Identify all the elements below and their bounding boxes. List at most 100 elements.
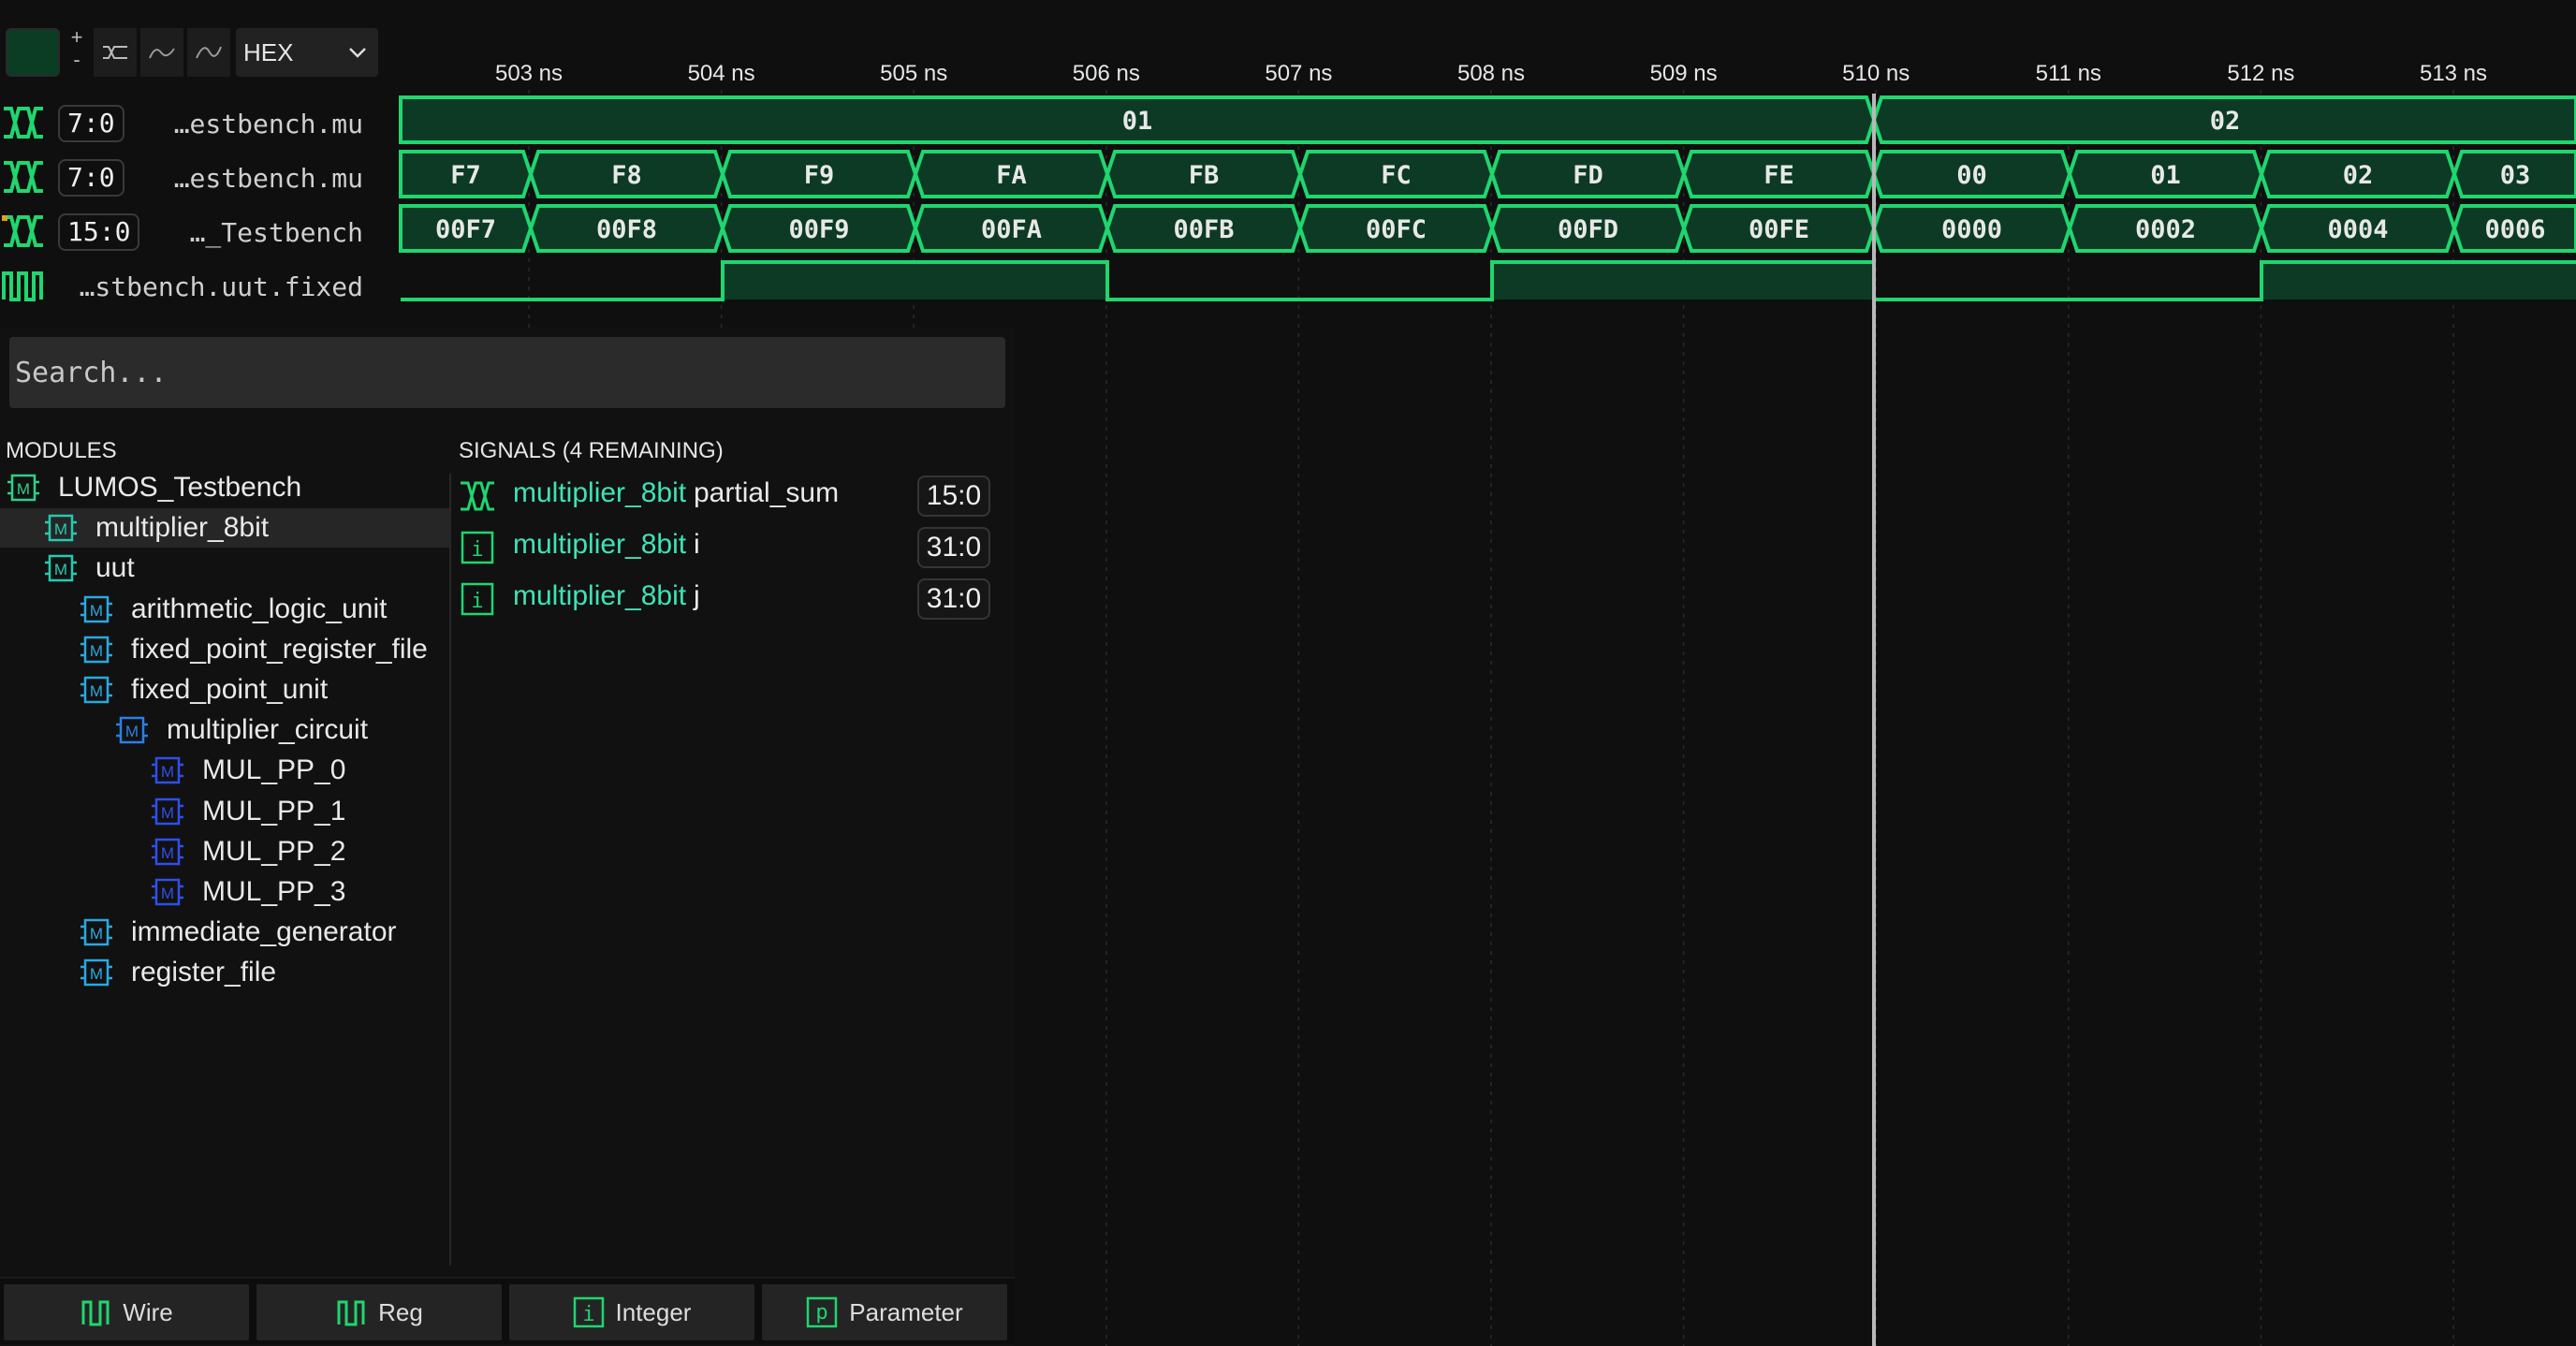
digital-waveform[interactable] (401, 260, 2576, 301)
bus-value-label: 00 (1956, 161, 1987, 190)
bus-value-label: 02 (2343, 161, 2374, 190)
module-label: LUMOS_Testbench (58, 472, 302, 503)
signal-row[interactable]: 15:0 …_Testbench (0, 206, 384, 255)
bus-value-label: F9 (804, 161, 835, 190)
module-item[interactable]: Mmultiplier_8bit (0, 508, 451, 549)
module-item[interactable]: Mfixed_point_unit (0, 670, 451, 710)
module-icon: M (152, 757, 183, 784)
module-item[interactable]: Mmultiplier_circuit (0, 710, 451, 750)
module-label: immediate_generator (131, 916, 397, 948)
bus-style-button[interactable] (94, 28, 137, 77)
svg-text:M: M (125, 723, 139, 740)
svg-text:M: M (54, 561, 67, 578)
bus-value-label: FA (996, 161, 1027, 190)
module-icon: M (80, 676, 112, 704)
svg-text:M: M (90, 925, 103, 943)
module-tree: M LUMOS_Testbench Mmultiplier_8bit Muut Mari… (0, 472, 451, 1266)
filter-label: Parameter (849, 1297, 963, 1326)
bus-value-label: 01 (2150, 161, 2181, 190)
time-cursor[interactable] (1872, 94, 1876, 1346)
bus-value-label: 00FC (1366, 215, 1427, 244)
svg-text:i: i (471, 538, 483, 562)
module-item[interactable]: M MUL_PP_3 (0, 872, 451, 912)
filter-parameter-button[interactable]: p Parameter (762, 1284, 1007, 1340)
filter-wire-button[interactable]: Wire (4, 1284, 249, 1340)
signal-item[interactable]: multiplier_8bit partial_sum 15:0 (455, 472, 998, 517)
svg-text:M: M (90, 642, 103, 660)
svg-text:M: M (90, 682, 103, 700)
signal-name: j (694, 580, 700, 611)
signal-item[interactable]: i multiplier_8bit i 31:0 (455, 523, 998, 568)
module-item[interactable]: M LUMOS_Testbench (0, 468, 451, 507)
height-stepper[interactable]: + - (66, 26, 88, 77)
time-tick-label: 512 ns (2227, 61, 2294, 86)
svg-text:M: M (90, 602, 103, 620)
wave-smooth-icon (196, 46, 222, 59)
bus-style-icon (103, 46, 127, 59)
increase-button[interactable]: + (66, 26, 88, 49)
bus-value-label: 03 (2500, 161, 2531, 190)
svg-text:p: p (816, 1301, 828, 1324)
module-icon: M (152, 838, 183, 866)
bus-value-label: 00FD (1558, 215, 1618, 244)
time-tick-label: 510 ns (1842, 61, 1910, 86)
signal-name: …estbench.mu (173, 109, 363, 139)
signal-row[interactable]: 7:0 …estbench.mu (0, 97, 384, 146)
reg-icon (337, 1300, 365, 1326)
module-item[interactable]: M MUL_PP_0 (0, 751, 451, 790)
filter-integer-button[interactable]: i Integer (509, 1284, 754, 1340)
module-icon: M (80, 918, 112, 946)
decrease-button[interactable]: - (66, 49, 88, 71)
module-label: MUL_PP_2 (202, 835, 346, 867)
module-label: register_file (131, 957, 277, 988)
svg-text:i: i (582, 1303, 594, 1326)
module-icon: M (80, 595, 112, 622)
chevron-down-icon (349, 48, 366, 58)
filter-reg-button[interactable]: Reg (256, 1284, 502, 1340)
color-picker-button[interactable] (6, 28, 60, 77)
module-item[interactable]: Mregister_file (0, 953, 451, 992)
bus-value-label: 00FE (1749, 215, 1809, 244)
signal-item[interactable]: i multiplier_8bit j 31:0 (455, 575, 998, 620)
signal-name: …stbench.uut.fixed (79, 271, 363, 302)
module-item[interactable]: M MUL_PP_1 (0, 792, 451, 831)
radix-value: HEX (243, 37, 294, 66)
module-item[interactable]: M MUL_PP_2 (0, 832, 451, 871)
time-tick-label: 508 ns (1457, 61, 1525, 86)
analog-style-button[interactable] (140, 28, 183, 77)
analog-smooth-button[interactable] (187, 28, 230, 77)
wave-step-icon (149, 48, 175, 59)
signal-row[interactable]: 7:0 …estbench.mu (0, 152, 384, 200)
module-item[interactable]: Mfixed_point_register_file (0, 630, 451, 669)
bus-waveforms[interactable]: 01 02 F7 F8 F9 FA FB FC FD FE 00 01 02 03 00F7 00F8 00F9… (399, 95, 2576, 253)
signal-name: …estbench.mu (173, 163, 363, 194)
svg-text:i: i (471, 590, 483, 613)
module-item[interactable]: Mimmediate_generator (0, 913, 451, 952)
module-label: MUL_PP_3 (202, 876, 346, 907)
signal-scope: multiplier_8bit (513, 477, 687, 508)
module-item[interactable]: Muut (0, 549, 451, 588)
time-tick-label: 509 ns (1650, 61, 1718, 86)
signal-high-region (1492, 262, 1874, 300)
svg-text:M: M (161, 763, 174, 781)
bus-icon (4, 161, 43, 193)
bus-icon (2, 215, 43, 247)
radix-select[interactable]: HEX (236, 28, 378, 77)
module-label: uut (95, 552, 135, 584)
bus-value-label: FB (1189, 161, 1220, 190)
module-icon: M (45, 514, 77, 542)
bus-value-label: FD (1573, 161, 1603, 190)
module-item[interactable]: Marithmetic_logic_unit (0, 590, 451, 629)
bus-value-label: 00F7 (435, 215, 496, 244)
module-label: multiplier_8bit (95, 512, 270, 544)
bus-value-label: 00F8 (596, 215, 657, 244)
integer-icon: i (573, 1296, 604, 1328)
signal-name: …_Testbench (189, 217, 363, 248)
signal-row[interactable]: …stbench.uut.fixed (0, 260, 384, 309)
toolbar: + - HEX (0, 0, 402, 82)
search-input[interactable] (9, 337, 1005, 408)
svg-text:M: M (161, 804, 174, 822)
signal-name: partial_sum (694, 477, 840, 508)
bus-value-label: 0000 (1941, 215, 2002, 244)
signal-range: 31:0 (917, 527, 990, 568)
